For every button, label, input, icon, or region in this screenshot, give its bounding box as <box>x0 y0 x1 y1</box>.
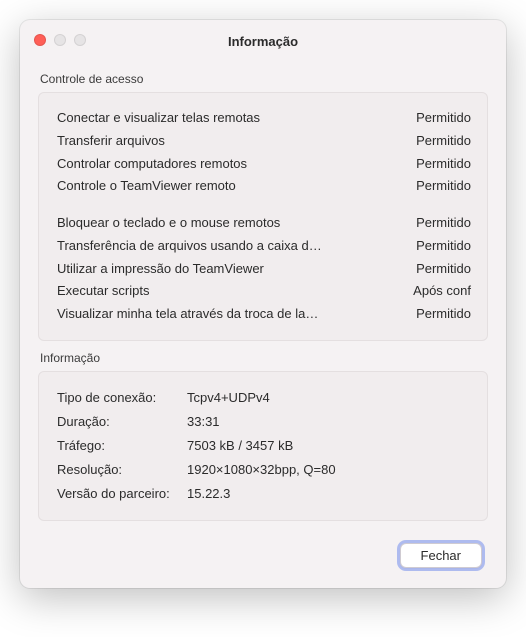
info-value: 15.22.3 <box>187 482 230 506</box>
access-label: Bloquear o teclado e o mouse remotos <box>57 212 406 235</box>
access-row: Bloquear o teclado e o mouse remotos Per… <box>57 212 471 235</box>
access-control-panel: Conectar e visualizar telas remotas Perm… <box>38 92 488 341</box>
minimize-icon <box>54 34 66 46</box>
access-label: Controle o TeamViewer remoto <box>57 175 406 198</box>
info-row: Versão do parceiro: 15.22.3 <box>57 482 471 506</box>
close-icon[interactable] <box>34 34 46 46</box>
access-row: Controlar computadores remotos Permitido <box>57 153 471 176</box>
access-status: Permitido <box>416 303 471 326</box>
info-row: Duração: 33:31 <box>57 410 471 434</box>
access-row: Transferência de arquivos usando a caixa… <box>57 235 471 258</box>
access-row: Transferir arquivos Permitido <box>57 130 471 153</box>
access-row: Controle o TeamViewer remoto Permitido <box>57 175 471 198</box>
access-label: Utilizar a impressão do TeamViewer <box>57 258 406 281</box>
info-row: Tipo de conexão: Tcpv4+UDPv4 <box>57 386 471 410</box>
access-row: Utilizar a impressão do TeamViewer Permi… <box>57 258 471 281</box>
access-control-section: Controle de acesso Conectar e visualizar… <box>38 72 488 341</box>
window-controls <box>34 34 86 46</box>
access-status: Após conf <box>413 280 471 303</box>
access-label: Transferência de arquivos usando a caixa… <box>57 235 406 258</box>
info-section: Informação Tipo de conexão: Tcpv4+UDPv4 … <box>38 351 488 521</box>
info-value: 7503 kB / 3457 kB <box>187 434 293 458</box>
access-row: Executar scripts Após conf <box>57 280 471 303</box>
access-control-heading: Controle de acesso <box>40 72 488 86</box>
access-status: Permitido <box>416 153 471 176</box>
access-label: Transferir arquivos <box>57 130 406 153</box>
info-value: Tcpv4+UDPv4 <box>187 386 270 410</box>
info-row: Resolução: 1920×1080×32bpp, Q=80 <box>57 458 471 482</box>
access-label: Executar scripts <box>57 280 403 303</box>
maximize-icon <box>74 34 86 46</box>
access-label: Visualizar minha tela através da troca d… <box>57 303 406 326</box>
info-value: 33:31 <box>187 410 220 434</box>
access-status: Permitido <box>416 258 471 281</box>
info-label: Tipo de conexão: <box>57 386 187 410</box>
information-window: Informação Controle de acesso Conectar e… <box>20 20 506 588</box>
titlebar: Informação <box>20 20 506 62</box>
info-heading: Informação <box>40 351 488 365</box>
access-status: Permitido <box>416 130 471 153</box>
info-value: 1920×1080×32bpp, Q=80 <box>187 458 336 482</box>
info-label: Resolução: <box>57 458 187 482</box>
info-label: Duração: <box>57 410 187 434</box>
access-status: Permitido <box>416 107 471 130</box>
access-status: Permitido <box>416 235 471 258</box>
info-panel: Tipo de conexão: Tcpv4+UDPv4 Duração: 33… <box>38 371 488 521</box>
info-label: Versão do parceiro: <box>57 482 187 506</box>
access-row: Visualizar minha tela através da troca d… <box>57 303 471 326</box>
access-status: Permitido <box>416 212 471 235</box>
access-label: Conectar e visualizar telas remotas <box>57 107 406 130</box>
access-row: Conectar e visualizar telas remotas Perm… <box>57 107 471 130</box>
close-button[interactable]: Fechar <box>400 543 482 568</box>
info-label: Tráfego: <box>57 434 187 458</box>
window-title: Informação <box>34 34 492 49</box>
footer: Fechar <box>44 543 482 568</box>
access-status: Permitido <box>416 175 471 198</box>
access-label: Controlar computadores remotos <box>57 153 406 176</box>
info-row: Tráfego: 7503 kB / 3457 kB <box>57 434 471 458</box>
